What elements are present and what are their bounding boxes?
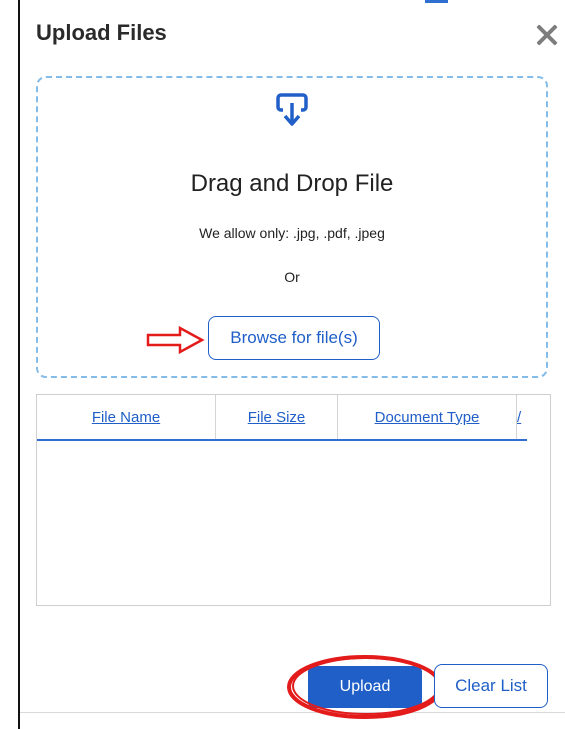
upload-tray-icon — [276, 93, 308, 126]
table-header: File Name File Size Document Type / — [37, 395, 527, 441]
frame-border-left — [18, 0, 20, 729]
file-dropzone[interactable]: Drag and Drop File We allow only: .jpg, … — [36, 76, 548, 378]
close-icon[interactable] — [532, 20, 562, 50]
column-header-document-type[interactable]: Document Type — [338, 395, 517, 439]
or-separator: Or — [284, 269, 300, 285]
clear-list-button[interactable]: Clear List — [434, 664, 548, 708]
dialog-title: Upload Files — [36, 20, 167, 45]
annotation-arrow — [146, 326, 205, 354]
column-header-truncated[interactable]: / — [517, 395, 531, 439]
annotation-ellipse — [287, 655, 443, 719]
file-list-table: File Name File Size Document Type / — [36, 394, 551, 606]
column-header-file-name[interactable]: File Name — [37, 395, 216, 439]
dropzone-heading: Drag and Drop File — [190, 170, 394, 197]
browse-files-button[interactable]: Browse for file(s) — [208, 316, 380, 360]
allowed-file-types: We allow only: .jpg, .pdf, .jpeg — [199, 225, 385, 241]
column-header-file-size[interactable]: File Size — [216, 395, 338, 439]
top-accent-mark — [425, 0, 448, 3]
